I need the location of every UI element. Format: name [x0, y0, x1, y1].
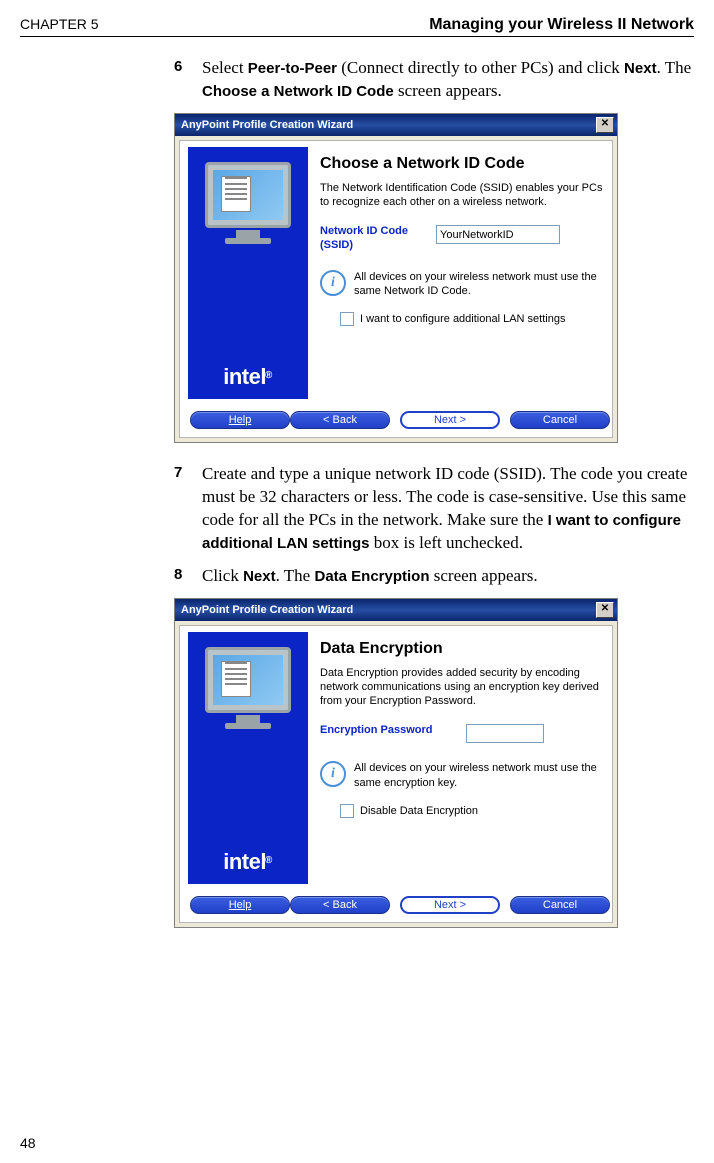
- ssid-label: Network ID Code (SSID): [320, 225, 420, 251]
- chapter-label: CHAPTER 5: [20, 16, 99, 32]
- lan-settings-label: I want to configure additional LAN setti…: [360, 313, 565, 325]
- window-titlebar[interactable]: AnyPoint Profile Creation Wizard ✕: [175, 114, 617, 136]
- step-6: 6 Select Peer-to-Peer (Connect directly …: [174, 57, 694, 103]
- next-button[interactable]: Next >: [400, 411, 500, 429]
- disable-encryption-checkbox[interactable]: [340, 804, 354, 818]
- step-number: 7: [174, 463, 202, 555]
- back-button[interactable]: < Back: [290, 411, 390, 429]
- step-text: Click Next. The Data Encryption screen a…: [202, 565, 694, 588]
- disable-encryption-label: Disable Data Encryption: [360, 805, 478, 817]
- screenshot-data-encryption: AnyPoint Profile Creation Wizard ✕ intel…: [174, 598, 618, 928]
- close-icon[interactable]: ✕: [596, 117, 614, 133]
- wizard-desc: The Network Identification Code (SSID) e…: [320, 181, 604, 210]
- chapter-title: Managing your Wireless II Network: [429, 16, 694, 34]
- monitor-icon: [204, 647, 292, 733]
- window-titlebar[interactable]: AnyPoint Profile Creation Wizard ✕: [175, 599, 617, 621]
- wizard-side-panel: intel®: [188, 147, 308, 399]
- step-8: 8 Click Next. The Data Encryption screen…: [174, 565, 694, 588]
- ssid-input[interactable]: [436, 225, 560, 244]
- next-button[interactable]: Next >: [400, 896, 500, 914]
- monitor-icon: [204, 162, 292, 248]
- step-number: 8: [174, 565, 202, 588]
- close-icon[interactable]: ✕: [596, 602, 614, 618]
- info-text: All devices on your wireless network mus…: [354, 270, 604, 299]
- encryption-password-input[interactable]: [466, 724, 544, 743]
- window-title: AnyPoint Profile Creation Wizard: [181, 604, 353, 616]
- wizard-heading: Choose a Network ID Code: [320, 155, 604, 173]
- window-title: AnyPoint Profile Creation Wizard: [181, 119, 353, 131]
- step-text: Select Peer-to-Peer (Connect directly to…: [202, 57, 694, 103]
- wizard-heading: Data Encryption: [320, 640, 604, 658]
- page-header: CHAPTER 5 Managing your Wireless II Netw…: [20, 16, 694, 37]
- wizard-desc: Data Encryption provides added security …: [320, 666, 604, 709]
- info-icon: i: [320, 270, 346, 296]
- info-text: All devices on your wireless network mus…: [354, 761, 604, 790]
- step-number: 6: [174, 57, 202, 103]
- cancel-button[interactable]: Cancel: [510, 411, 610, 429]
- help-button[interactable]: Help: [190, 411, 290, 429]
- intel-logo: intel®: [189, 849, 307, 875]
- page-number: 48: [20, 1135, 36, 1151]
- step-7: 7 Create and type a unique network ID co…: [174, 463, 694, 555]
- help-button[interactable]: Help: [190, 896, 290, 914]
- info-icon: i: [320, 761, 346, 787]
- screenshot-network-id: AnyPoint Profile Creation Wizard ✕ intel…: [174, 113, 618, 443]
- step-text: Create and type a unique network ID code…: [202, 463, 694, 555]
- back-button[interactable]: < Back: [290, 896, 390, 914]
- lan-settings-checkbox[interactable]: [340, 312, 354, 326]
- wizard-side-panel: intel®: [188, 632, 308, 884]
- cancel-button[interactable]: Cancel: [510, 896, 610, 914]
- intel-logo: intel®: [189, 364, 307, 390]
- encryption-password-label: Encryption Password: [320, 724, 450, 737]
